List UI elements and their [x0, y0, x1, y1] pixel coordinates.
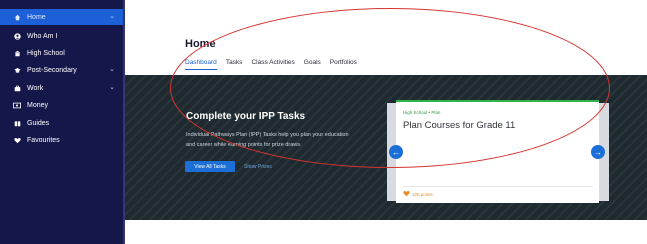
- sidebar-item-who-am-i[interactable]: Who Am I: [0, 28, 123, 44]
- user-icon: [13, 32, 21, 40]
- chevron-down-icon[interactable]: ⌄: [109, 83, 115, 91]
- tab-bar: Dashboard Tasks Class Activities Goals P…: [185, 59, 366, 70]
- sidebar: Home ⌄ Who Am I High School Post-Seconda…: [0, 0, 125, 244]
- sidebar-item-label: High School: [27, 49, 65, 57]
- arrow-right-icon: →: [594, 147, 602, 157]
- tab-dashboard[interactable]: Dashboard: [185, 59, 217, 70]
- sidebar-item-high-school[interactable]: High School: [0, 45, 123, 61]
- money-icon: [13, 102, 21, 109]
- page-title: Home: [185, 38, 216, 50]
- card-breadcrumb: High School • Plan: [403, 110, 441, 115]
- carousel-prev-button[interactable]: ←: [389, 145, 403, 159]
- banner-title: Complete your IPP Tasks: [186, 111, 306, 122]
- card-title: Plan Courses for Grade 11: [403, 120, 516, 131]
- sidebar-item-label: Post-Secondary: [27, 66, 77, 74]
- task-card[interactable]: High School • Plan Plan Courses for Grad…: [396, 100, 599, 203]
- sidebar-item-label: Who Am I: [27, 32, 58, 40]
- main-content: Home Dashboard Tasks Class Activities Go…: [125, 0, 647, 244]
- sidebar-item-post-secondary[interactable]: Post-Secondary ⌄: [0, 62, 123, 78]
- sidebar-item-label: Money: [27, 101, 49, 109]
- card-points: 100 points: [412, 192, 433, 197]
- tab-goals[interactable]: Goals: [304, 59, 321, 70]
- tab-portfolios[interactable]: Portfolios: [330, 59, 357, 70]
- view-all-tasks-button[interactable]: View All Tasks: [185, 161, 235, 172]
- tab-tasks[interactable]: Tasks: [226, 59, 243, 70]
- show-prizes-link[interactable]: Show Prizes: [244, 164, 272, 170]
- sidebar-item-label: Guides: [27, 119, 50, 127]
- sidebar-item-home[interactable]: Home ⌄: [0, 9, 123, 25]
- sidebar-item-money[interactable]: Money: [0, 97, 123, 113]
- briefcase-icon: [13, 85, 21, 92]
- heart-icon: [13, 137, 21, 144]
- sidebar-item-work[interactable]: Work ⌄: [0, 80, 123, 96]
- banner-description: Individual Pathways Plan (IPP) Tasks hel…: [186, 132, 349, 148]
- tab-class-activities[interactable]: Class Activities: [251, 59, 294, 70]
- sidebar-item-label: Work: [27, 84, 44, 92]
- sidebar-item-favourites[interactable]: Favourites: [0, 132, 123, 148]
- sidebar-item-label: Favourites: [27, 136, 60, 144]
- school-icon: [13, 50, 21, 57]
- book-icon: [13, 120, 21, 127]
- home-icon: [13, 14, 21, 21]
- sidebar-item-label: Home: [27, 13, 46, 21]
- carousel-next-button[interactable]: →: [591, 145, 605, 159]
- arrow-left-icon: ←: [392, 147, 400, 157]
- ipp-tasks-banner: Complete your IPP Tasks Individual Pathw…: [125, 75, 647, 220]
- graduation-icon: [13, 67, 21, 74]
- sidebar-item-guides[interactable]: Guides: [0, 115, 123, 131]
- heart-icon: [403, 191, 410, 197]
- chevron-down-icon[interactable]: ⌄: [109, 65, 115, 73]
- chevron-down-icon[interactable]: ⌄: [109, 12, 115, 20]
- card-divider: [403, 186, 593, 187]
